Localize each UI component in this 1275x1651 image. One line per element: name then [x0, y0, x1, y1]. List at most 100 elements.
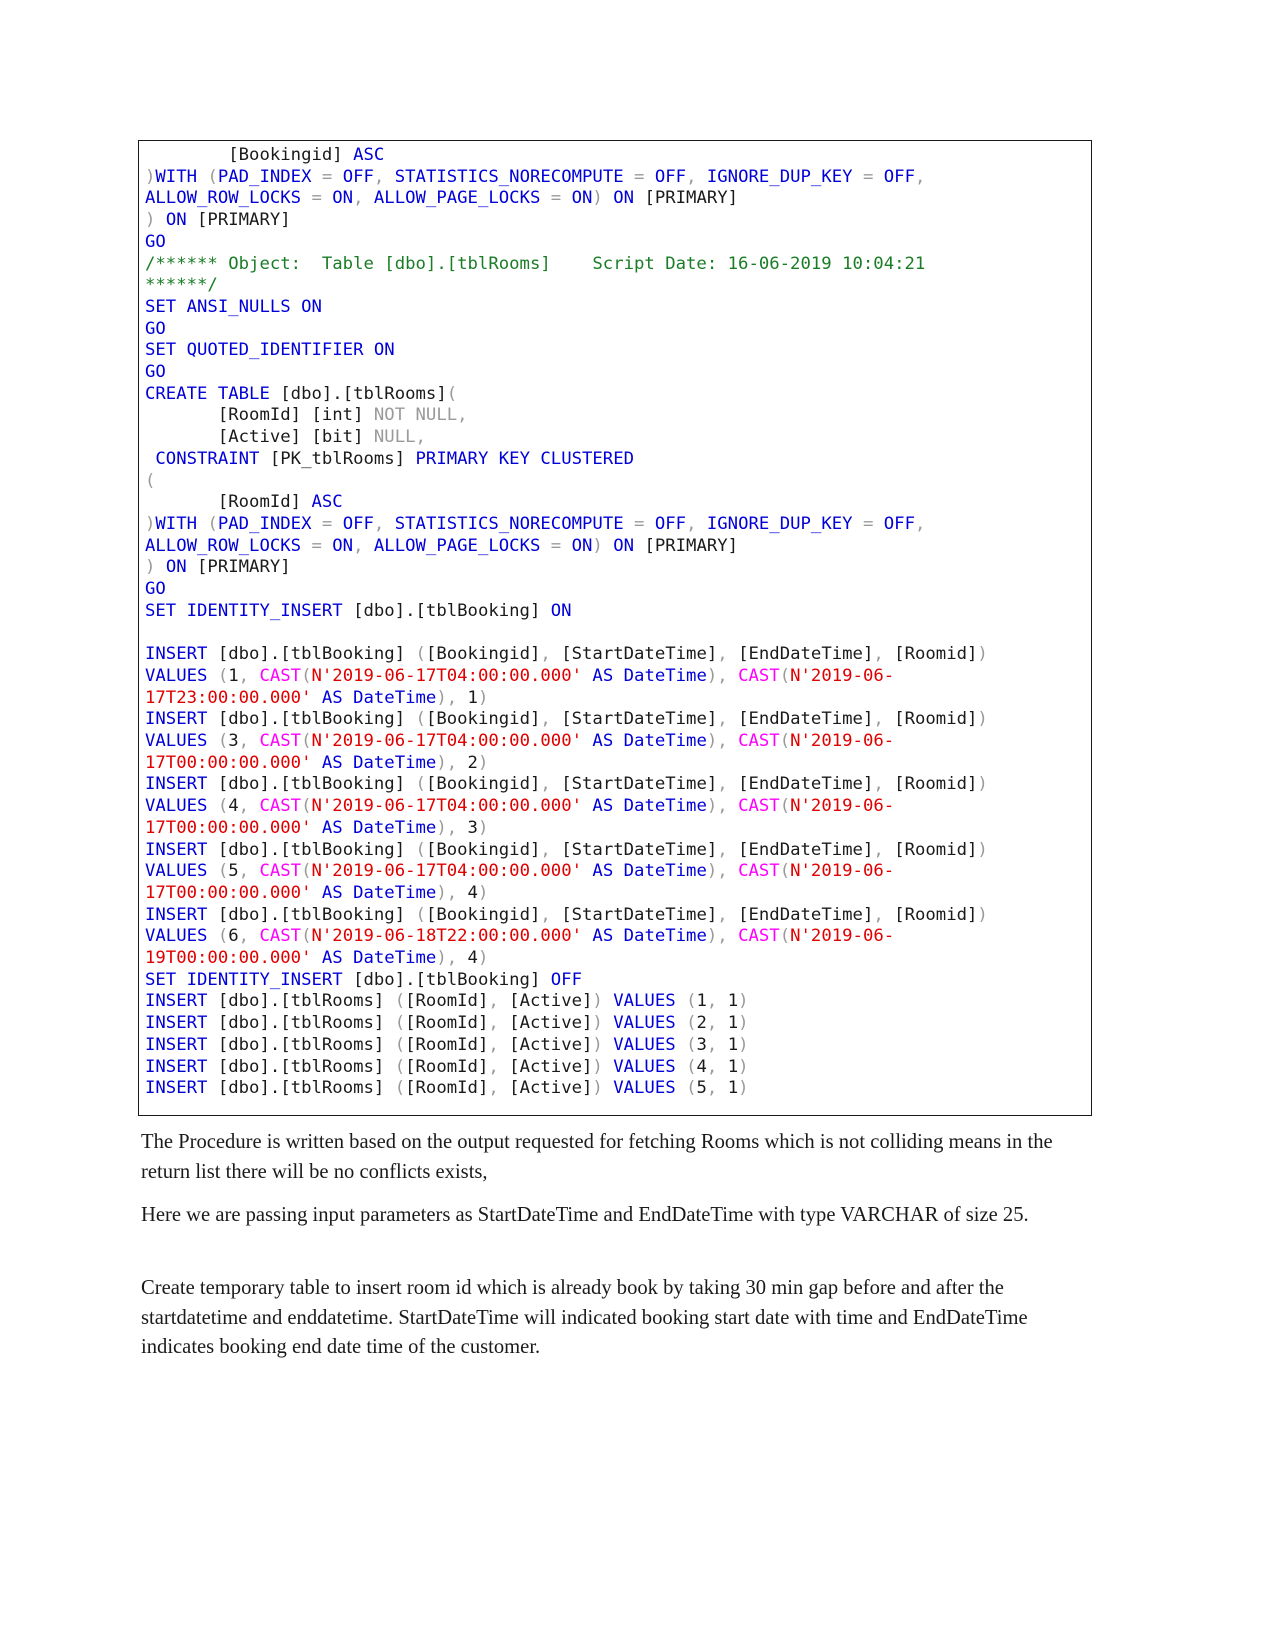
code-token: (	[779, 926, 791, 947]
code-token: ,	[873, 904, 895, 925]
code-line: CONSTRAINT [PK_tblRooms] PRIMARY KEY CLU…	[145, 449, 1085, 471]
code-line: SET IDENTITY_INSERT [dbo].[tblBooking] O…	[145, 970, 1085, 992]
code-token: [StartDateTime]	[561, 774, 718, 795]
code-token: ,	[488, 1078, 510, 1099]
code-token: [RoomId]	[405, 1056, 489, 1077]
code-line: INSERT [dbo].[tblBooking] ([Bookingid], …	[145, 774, 1085, 796]
code-token: ,	[353, 188, 374, 209]
paragraph-procedure-description: The Procedure is written based on the ou…	[141, 1131, 1053, 1183]
code-line: INSERT [dbo].[tblRooms] ([RoomId], [Acti…	[145, 1035, 1085, 1057]
code-token: INSERT	[145, 774, 218, 795]
code-token: [dbo].[tblBooking]	[217, 709, 416, 730]
code-token: [Bookingid]	[425, 839, 541, 860]
code-line: 17T00:00:00.000' AS DateTime), 2)	[145, 753, 1085, 775]
code-token: [RoomId]	[405, 1034, 489, 1055]
code-token: [PRIMARY]	[644, 188, 739, 209]
code-token: ,	[238, 730, 260, 751]
code-token: ,	[488, 991, 510, 1012]
code-token: (	[217, 730, 229, 751]
code-token: VALUES	[613, 1013, 687, 1034]
code-token: (	[686, 1034, 697, 1055]
code-token: [dbo].[tblRooms]	[217, 991, 395, 1012]
code-token: SET IDENTITY_INSERT	[145, 969, 354, 990]
code-token: AS DateTime	[321, 948, 437, 969]
code-token: [Roomid]	[894, 709, 978, 730]
code-token: WITH	[155, 513, 208, 534]
code-token: ,	[706, 991, 728, 1012]
code-token: )	[592, 535, 614, 556]
code-token: ON	[550, 600, 572, 621]
code-token: OFF	[654, 166, 687, 187]
code-token: 3	[467, 817, 478, 838]
code-token: [RoomId]	[405, 1013, 489, 1034]
code-token: ON	[332, 535, 354, 556]
code-token: ALLOW_ROW_LOCKS	[145, 188, 312, 209]
code-token: =	[862, 513, 884, 534]
code-token: ,	[373, 513, 395, 534]
code-token: AS DateTime	[321, 752, 437, 773]
code-token: ),	[436, 948, 468, 969]
code-token: ,	[873, 644, 895, 665]
code-token: [dbo].[tblRooms]	[217, 1056, 395, 1077]
code-line: SET IDENTITY_INSERT [dbo].[tblBooking] O…	[145, 601, 1085, 623]
code-token: =	[550, 535, 572, 556]
code-token: 5	[696, 1078, 707, 1099]
code-token: [Active] [bit]	[145, 427, 374, 448]
code-token: [EndDateTime]	[738, 774, 874, 795]
code-token: [dbo].[tblBooking]	[217, 839, 416, 860]
code-token: ASC	[311, 492, 343, 513]
code-token: (	[217, 796, 229, 817]
code-token: VALUES	[145, 926, 218, 947]
code-token: (	[415, 644, 426, 665]
code-token: [EndDateTime]	[738, 904, 874, 925]
code-token: (	[301, 861, 312, 882]
code-token: ALLOW_ROW_LOCKS	[145, 535, 312, 556]
code-token: VALUES	[613, 1056, 687, 1077]
code-token: ,	[686, 513, 707, 534]
code-token: NULL	[373, 427, 416, 448]
code-line: (	[145, 471, 1085, 493]
code-token: )	[738, 1013, 749, 1034]
code-token: 4	[467, 948, 478, 969]
code-token: VALUES	[145, 861, 218, 882]
code-line: [RoomId] [int] NOT NULL,	[145, 405, 1085, 427]
code-token: [RoomId]	[405, 991, 489, 1012]
code-token: [Active]	[509, 991, 593, 1012]
code-token: (	[394, 1013, 406, 1034]
code-line: GO	[145, 362, 1085, 384]
code-token: N'2019-06-	[790, 730, 895, 751]
code-token: N'2019-06-17T04:00:00.000'	[311, 665, 593, 686]
code-token: [Roomid]	[894, 839, 978, 860]
code-token: CAST	[259, 796, 302, 817]
code-token: 17T00:00:00.000'	[145, 752, 322, 773]
code-line: ) ON [PRIMARY]	[145, 210, 1085, 232]
code-line: INSERT [dbo].[tblRooms] ([RoomId], [Acti…	[145, 1078, 1085, 1100]
code-token: ,	[488, 1056, 510, 1077]
code-token: INSERT	[145, 904, 218, 925]
code-token: (	[217, 665, 229, 686]
code-token: )	[145, 210, 166, 231]
code-token: [StartDateTime]	[561, 839, 718, 860]
code-token: )	[477, 817, 489, 838]
code-token: OFF	[550, 969, 582, 990]
code-token: ),	[436, 752, 468, 773]
code-token: [dbo].[tblRooms]	[217, 1078, 395, 1099]
code-token: )	[592, 1078, 614, 1099]
code-token: CAST	[259, 730, 302, 751]
code-token: ,	[873, 774, 895, 795]
code-token: VALUES	[613, 1078, 687, 1099]
code-token: [RoomId]	[145, 492, 312, 513]
code-token: 4	[696, 1056, 707, 1077]
code-token: [Active]	[509, 1056, 593, 1077]
code-token: [Bookingid]	[145, 145, 354, 165]
code-token: ,	[457, 405, 468, 426]
code-token: )	[592, 1013, 614, 1034]
code-token: )	[477, 752, 489, 773]
code-token: [Active]	[509, 1078, 593, 1099]
code-line: [Active] [bit] NULL,	[145, 427, 1085, 449]
code-token: =	[862, 166, 884, 187]
code-token: [PRIMARY]	[197, 210, 291, 231]
code-token: [dbo].[tblBooking]	[217, 774, 416, 795]
code-line: INSERT [dbo].[tblBooking] ([Bookingid], …	[145, 709, 1085, 731]
